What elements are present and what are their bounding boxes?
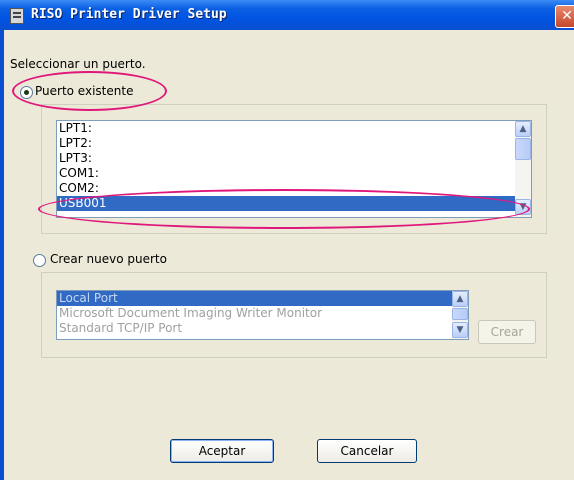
scroll-up-icon[interactable]: ▲ [515,121,531,137]
create-button[interactable]: Crear [478,320,536,344]
new-port-radio[interactable] [33,254,46,267]
scroll-down-icon[interactable]: ▼ [452,322,468,338]
annotation-ellipse-radio [12,71,167,111]
port-type-list[interactable]: Local Port Microsoft Document Imaging Wr… [56,290,469,340]
port-type-scrollbar[interactable]: ▲ ▼ [452,291,468,339]
list-item[interactable]: LPT2: [57,136,531,151]
scroll-thumb[interactable] [515,138,531,160]
list-item[interactable]: Microsoft Document Imaging Writer Monito… [57,306,468,321]
scroll-thumb[interactable] [452,308,468,320]
close-button[interactable]: ✕ [555,5,574,28]
new-port-label[interactable]: Crear nuevo puerto [50,252,167,266]
title-bar[interactable]: RISO Printer Driver Setup ✕ [0,0,574,30]
list-item[interactable]: LPT3: [57,151,531,166]
list-item[interactable]: LPT1: [57,121,531,136]
annotation-ellipse-usb [38,189,530,229]
cancel-button[interactable]: Cancelar [317,439,417,463]
window-border [0,30,4,480]
port-prompt: Seleccionar un puerto. [10,57,146,71]
scroll-up-icon[interactable]: ▲ [452,291,468,307]
list-item-selected[interactable]: Local Port [57,291,468,306]
setup-dialog: RISO Printer Driver Setup ✕ Seleccionar … [0,0,574,480]
window-title: RISO Printer Driver Setup [31,7,227,22]
list-item[interactable]: Standard TCP/IP Port [57,321,468,336]
printer-icon [10,8,24,24]
accept-button[interactable]: Aceptar [170,439,274,463]
list-item[interactable]: COM1: [57,166,531,181]
